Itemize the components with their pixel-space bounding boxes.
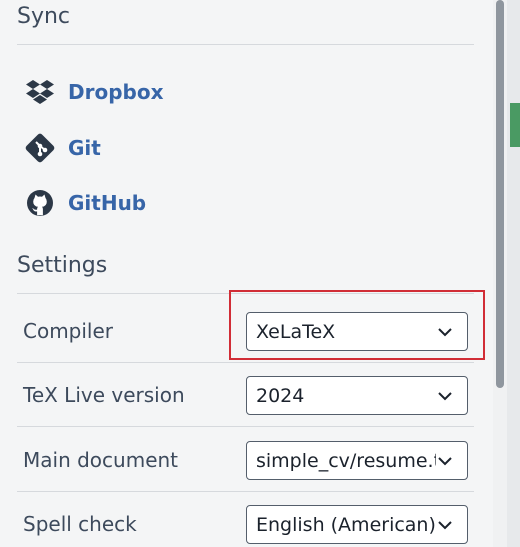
settings-section-title: Settings	[17, 253, 108, 278]
settings-divider	[17, 293, 474, 294]
settings-row-texlive: TeX Live version 2024	[17, 363, 474, 427]
sync-divider	[17, 44, 474, 45]
project-menu-panel: Sync Dropbox Git GitHub Settings Compile…	[0, 0, 493, 547]
texlive-version-value: 2024	[256, 384, 305, 407]
compiler-select[interactable]: XeLaTeX	[246, 312, 468, 351]
dropbox-icon	[24, 76, 56, 108]
chevron-down-icon	[438, 456, 452, 465]
settings-row-compiler: Compiler XeLaTeX	[17, 299, 474, 363]
row-divider	[17, 426, 474, 427]
github-link[interactable]: GitHub	[24, 185, 224, 221]
settings-row-main-document: Main document simple_cv/resume.tex	[17, 428, 474, 492]
github-icon	[24, 187, 56, 219]
sync-section-title: Sync	[17, 4, 71, 29]
github-label: GitHub	[68, 191, 147, 215]
git-label: Git	[68, 136, 101, 160]
spell-check-label: Spell check	[23, 512, 137, 536]
green-accent-bar	[510, 103, 520, 147]
spell-check-select[interactable]: English (American)	[246, 505, 468, 544]
main-document-select[interactable]: simple_cv/resume.tex	[246, 441, 468, 480]
main-document-value: simple_cv/resume.tex	[256, 449, 436, 472]
chevron-down-icon	[438, 391, 452, 400]
compiler-value: XeLaTeX	[256, 320, 336, 343]
settings-row-spell-check: Spell check English (American)	[17, 492, 474, 547]
main-document-label: Main document	[23, 448, 179, 472]
git-link[interactable]: Git	[24, 130, 224, 166]
texlive-version-select[interactable]: 2024	[246, 376, 468, 415]
compiler-label: Compiler	[23, 319, 114, 343]
chevron-down-icon	[438, 520, 452, 529]
git-icon	[24, 132, 56, 164]
scrollbar-thumb[interactable]	[496, 0, 504, 388]
editor-edge	[507, 0, 520, 547]
panel-scrollbar[interactable]	[493, 0, 507, 547]
dropbox-link[interactable]: Dropbox	[24, 74, 224, 110]
chevron-down-icon	[438, 327, 452, 336]
dropbox-label: Dropbox	[68, 80, 164, 104]
spell-check-value: English (American)	[256, 513, 436, 536]
texlive-version-label: TeX Live version	[23, 383, 185, 407]
